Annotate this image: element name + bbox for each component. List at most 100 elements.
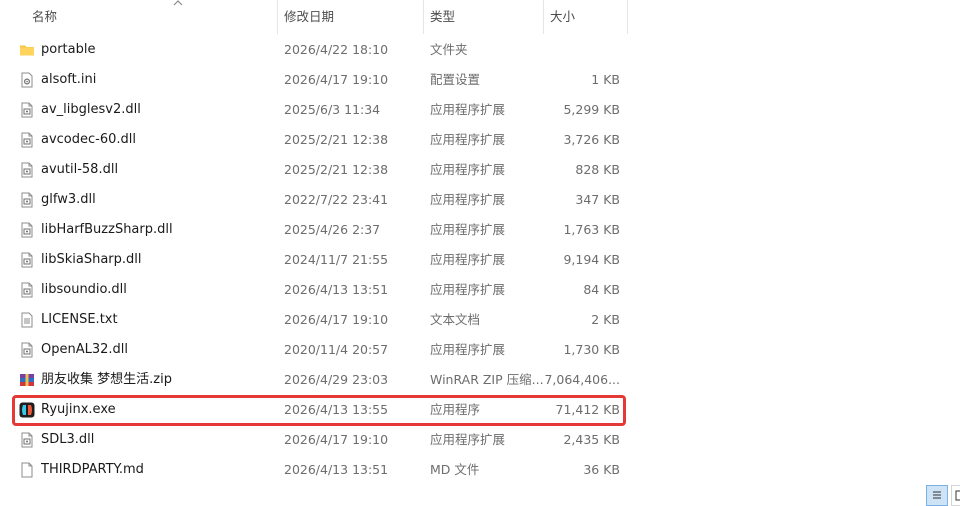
file-name: portable [41, 42, 96, 57]
folder-icon [19, 42, 35, 58]
column-header-date[interactable]: 修改日期 [278, 0, 424, 34]
column-header-size[interactable]: 大小 [544, 0, 628, 34]
dll-file-icon [19, 162, 35, 178]
file-name: LICENSE.txt [41, 312, 118, 327]
file-row[interactable]: LICENSE.txt 2026/4/17 19:10 文本文档 2 KB [12, 305, 628, 335]
file-row[interactable]: alsoft.ini 2026/4/17 19:10 配置设置 1 KB [12, 65, 628, 95]
file-row[interactable]: portable 2026/4/22 18:10 文件夹 [12, 35, 628, 65]
file-modified-date: 2026/4/13 13:51 [284, 282, 389, 297]
file-name: libsoundio.dll [41, 282, 127, 297]
file-type: 应用程序扩展 [430, 162, 506, 177]
file-name: libSkiaSharp.dll [41, 252, 142, 267]
file-name: glfw3.dll [41, 192, 96, 207]
file-row[interactable]: 朋友收集 梦想生活.zip 2026/4/29 23:03 WinRAR ZIP 压… [12, 365, 628, 395]
column-header-size-label: 大小 [550, 9, 576, 24]
file-name: OpenAL32.dll [41, 342, 129, 357]
file-size: 5,299 KB [563, 102, 620, 117]
file-row[interactable]: Ryujinx.exe 2026/4/13 13:55 应用程序 71,412 KB [12, 395, 628, 425]
file-name: 朋友收集 梦想生活.zip [41, 372, 172, 387]
large-icons-view-icon [955, 490, 960, 501]
file-size: 1 KB [591, 72, 620, 87]
large-icons-view-button[interactable] [951, 485, 960, 506]
file-explorer-list-view: 名称 修改日期 类型 大小 portable 2026/4/22 18:10 文件夹… [0, 0, 960, 506]
file-size: 2,435 KB [563, 432, 620, 447]
file-size: 2 KB [591, 312, 620, 327]
column-header-row: 名称 修改日期 类型 大小 [0, 0, 960, 34]
markdown-file-icon [19, 462, 35, 478]
file-row[interactable]: avcodec-60.dll 2025/2/21 12:38 应用程序扩展 3,726… [12, 125, 628, 155]
file-row[interactable]: THIRDPARTY.md 2026/4/13 13:51 MD 文件 36 KB [12, 455, 628, 485]
file-name: Ryujinx.exe [41, 402, 116, 417]
file-modified-date: 2025/6/3 11:34 [284, 102, 381, 117]
config-file-icon [19, 72, 35, 88]
file-modified-date: 2026/4/17 19:10 [284, 312, 389, 327]
file-modified-date: 2025/2/21 12:38 [284, 132, 389, 147]
ryujinx-app-icon [19, 402, 35, 418]
file-type: 应用程序扩展 [430, 222, 506, 237]
file-type: 应用程序 [430, 402, 481, 417]
details-view-button[interactable] [926, 485, 948, 506]
file-modified-date: 2026/4/17 19:10 [284, 72, 389, 87]
dll-file-icon [19, 102, 35, 118]
file-name: SDL3.dll [41, 432, 95, 447]
file-size: 9,194 KB [563, 252, 620, 267]
file-name: avutil-58.dll [41, 162, 119, 177]
file-row[interactable]: libSkiaSharp.dll 2024/11/7 21:55 应用程序扩展 9,1… [12, 245, 628, 275]
file-size: 347 KB [575, 192, 620, 207]
file-row[interactable]: glfw3.dll 2022/7/22 23:41 应用程序扩展 347 KB [12, 185, 628, 215]
file-size: 7,064,406... [544, 372, 620, 387]
file-type: 应用程序扩展 [430, 192, 506, 207]
column-header-date-label: 修改日期 [284, 9, 335, 24]
file-type: 应用程序扩展 [430, 252, 506, 267]
file-row[interactable]: libsoundio.dll 2026/4/13 13:51 应用程序扩展 84 KB [12, 275, 628, 305]
file-type: 应用程序扩展 [430, 132, 506, 147]
file-type: 文本文档 [430, 312, 481, 327]
file-name: alsoft.ini [41, 72, 97, 87]
details-view-icon [933, 491, 941, 499]
column-header-type[interactable]: 类型 [424, 0, 544, 34]
dll-file-icon [19, 222, 35, 238]
file-name: libHarfBuzzSharp.dll [41, 222, 173, 237]
dll-file-icon [19, 132, 35, 148]
file-name: avcodec-60.dll [41, 132, 136, 147]
winrar-archive-icon [19, 372, 35, 388]
file-size: 36 KB [583, 462, 620, 477]
file-modified-date: 2026/4/29 23:03 [284, 372, 389, 387]
file-modified-date: 2022/7/22 23:41 [284, 192, 389, 207]
file-size: 71,412 KB [555, 402, 620, 417]
file-type: MD 文件 [430, 462, 480, 477]
text-file-icon [19, 312, 35, 328]
file-row[interactable]: avutil-58.dll 2025/2/21 12:38 应用程序扩展 828 KB [12, 155, 628, 185]
file-modified-date: 2025/2/21 12:38 [284, 162, 389, 177]
file-modified-date: 2026/4/17 19:10 [284, 432, 389, 447]
file-type: 应用程序扩展 [430, 342, 506, 357]
column-header-type-label: 类型 [430, 9, 456, 24]
file-modified-date: 2026/4/13 13:51 [284, 462, 389, 477]
dll-file-icon [19, 282, 35, 298]
dll-file-icon [19, 252, 35, 268]
file-modified-date: 2025/4/26 2:37 [284, 222, 381, 237]
file-size: 828 KB [575, 162, 620, 177]
file-row[interactable]: libHarfBuzzSharp.dll 2025/4/26 2:37 应用程序扩展… [12, 215, 628, 245]
file-size: 1,763 KB [563, 222, 620, 237]
file-name: THIRDPARTY.md [41, 462, 144, 477]
file-type: WinRAR ZIP 压缩... [430, 372, 544, 387]
file-row[interactable]: OpenAL32.dll 2020/11/4 20:57 应用程序扩展 1,730 K… [12, 335, 628, 365]
file-type: 应用程序扩展 [430, 282, 506, 297]
file-type: 文件夹 [430, 42, 468, 57]
file-modified-date: 2026/4/22 18:10 [284, 42, 389, 57]
file-modified-date: 2026/4/13 13:55 [284, 402, 389, 417]
file-size [544, 35, 620, 65]
file-modified-date: 2024/11/7 21:55 [284, 252, 389, 267]
column-header-name-label: 名称 [32, 9, 58, 24]
column-header-name[interactable]: 名称 [26, 0, 278, 34]
file-row[interactable]: av_libglesv2.dll 2025/6/3 11:34 应用程序扩展 5,29… [12, 95, 628, 125]
dll-file-icon [19, 432, 35, 448]
file-row[interactable]: SDL3.dll 2026/4/17 19:10 应用程序扩展 2,435 KB [12, 425, 628, 455]
file-size: 3,726 KB [563, 132, 620, 147]
file-type: 应用程序扩展 [430, 432, 506, 447]
file-modified-date: 2020/11/4 20:57 [284, 342, 389, 357]
dll-file-icon [19, 192, 35, 208]
file-size: 1,730 KB [563, 342, 620, 357]
file-name: av_libglesv2.dll [41, 102, 141, 117]
